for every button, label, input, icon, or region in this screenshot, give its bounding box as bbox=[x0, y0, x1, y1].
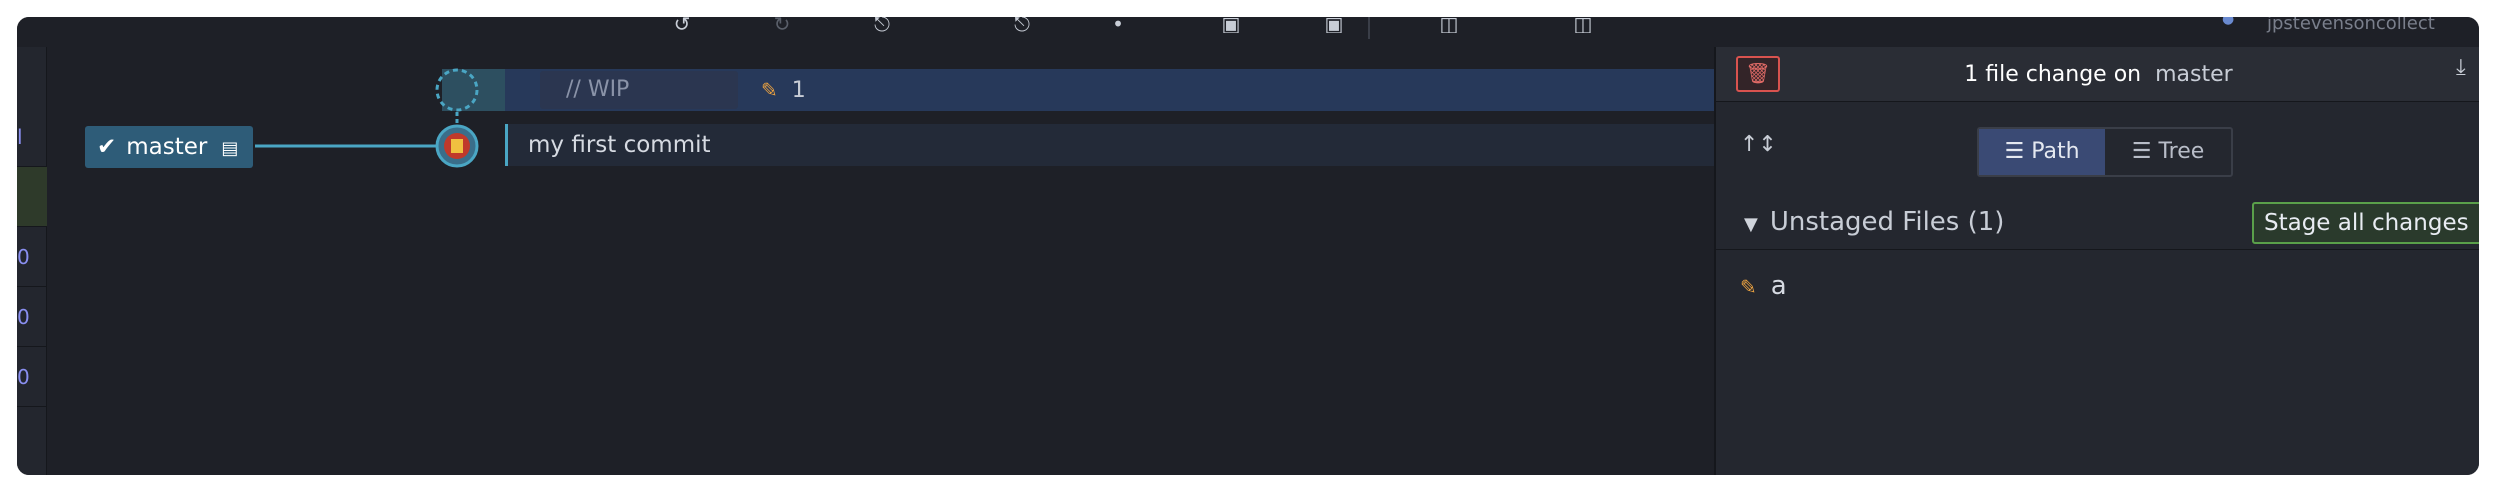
file-name: a bbox=[1770, 271, 1787, 301]
wip-node bbox=[435, 68, 479, 112]
wip-summary-input[interactable]: // WIP bbox=[540, 71, 738, 109]
toolbar: ↺ ↻ ⎋ ⎋ • ▣ ▣ ◫ ◫ ● jpstevensoncollect bbox=[17, 17, 2479, 47]
file-changes-panel: 1 file change on master 🗑 ⤓ ↑↕ ☰ Path ☰ T… bbox=[1714, 47, 2479, 475]
sort-az-icon[interactable]: ↑↕ bbox=[1740, 125, 1777, 165]
wip-change-count: ✎ 1 bbox=[761, 69, 806, 111]
toolbar-divider bbox=[1368, 17, 1370, 39]
app-window: ↺ ↻ ⎋ ⎋ • ▣ ▣ ◫ ◫ ● jpstevensoncollect l… bbox=[17, 17, 2479, 475]
unstaged-files-section: ▼ Unstaged Files (1) Stage all changes bbox=[1716, 194, 2479, 250]
branch-icon[interactable]: ▣ bbox=[1211, 17, 1251, 33]
rail-item[interactable]: 0 bbox=[17, 347, 47, 407]
pull-icon[interactable]: ⎋ bbox=[1002, 17, 1042, 33]
tree-view-label: Tree bbox=[2158, 139, 2205, 164]
left-rail: l 0 0 0 bbox=[17, 47, 47, 475]
redo-icon[interactable]: ↻ bbox=[762, 17, 802, 33]
discard-changes-button[interactable]: 🗑 bbox=[1736, 56, 1780, 92]
commit-avatar-detail bbox=[451, 139, 463, 153]
trash-icon: 🗑 bbox=[1745, 61, 1771, 85]
laptop-icon: ▤ bbox=[221, 138, 239, 159]
stash-icon[interactable]: ▣ bbox=[1314, 17, 1354, 33]
undo-icon[interactable]: ↺ bbox=[662, 17, 702, 33]
list-icon: ☰ bbox=[2004, 139, 2025, 164]
panel-title: 1 file change on master bbox=[1716, 47, 2479, 102]
path-view-button[interactable]: ☰ Path bbox=[1979, 129, 2105, 175]
caret-down-icon: ▼ bbox=[1744, 214, 1758, 235]
panel-summary: 1 file change on bbox=[1964, 62, 2142, 87]
tree-icon: ☰ bbox=[2131, 139, 2152, 164]
fetch-icon[interactable]: ⎋ bbox=[862, 17, 902, 33]
view-toggle: ☰ Path ☰ Tree bbox=[1977, 127, 2233, 177]
wip-change-count-value: 1 bbox=[791, 78, 806, 103]
rail-item[interactable]: l bbox=[17, 107, 47, 167]
unstaged-files-title: Unstaged Files (1) bbox=[1769, 207, 2005, 237]
commit-row[interactable]: my first commit bbox=[505, 124, 1733, 166]
panel-header: 1 file change on master 🗑 ⤓ bbox=[1716, 47, 2479, 102]
commit-graph: // WIP ✎ 1 my first commit ✔ master ▤ bbox=[47, 47, 1733, 475]
download-icon[interactable]: ⤓ bbox=[2456, 55, 2466, 80]
pencil-icon: ✎ bbox=[761, 78, 778, 102]
tree-view-button[interactable]: ☰ Tree bbox=[2105, 129, 2231, 175]
rail-item[interactable] bbox=[17, 167, 47, 227]
rail-item[interactable]: 0 bbox=[17, 227, 47, 287]
branch-tag-master[interactable]: ✔ master ▤ bbox=[85, 126, 253, 168]
panel-branch: master bbox=[2155, 62, 2233, 87]
file-list-item[interactable]: ✎ a bbox=[1740, 263, 1787, 309]
rail-item[interactable]: 0 bbox=[17, 287, 47, 347]
stage-all-button[interactable]: Stage all changes bbox=[2252, 202, 2479, 244]
user-label[interactable]: jpstevensoncollect bbox=[2267, 17, 2435, 34]
user-icon[interactable]: ● bbox=[2222, 17, 2252, 27]
branch-name: master bbox=[126, 134, 208, 160]
commit-message: my first commit bbox=[528, 132, 711, 158]
path-view-label: Path bbox=[2031, 139, 2080, 164]
actions-icon[interactable]: ◫ bbox=[1563, 17, 1603, 33]
pencil-icon: ✎ bbox=[1740, 275, 1757, 299]
check-icon: ✔ bbox=[97, 134, 117, 160]
unstaged-files-toggle[interactable]: ▼ Unstaged Files (1) bbox=[1744, 194, 2004, 253]
terminal-icon[interactable]: ◫ bbox=[1429, 17, 1469, 33]
push-icon[interactable]: • bbox=[1098, 17, 1138, 33]
